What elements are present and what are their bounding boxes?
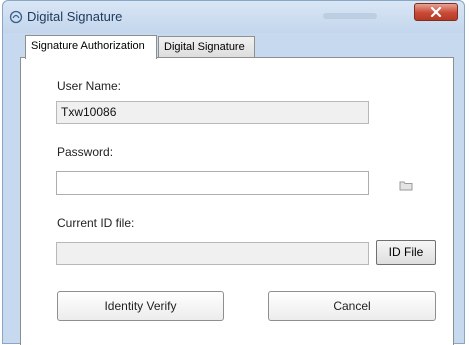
folder-icon[interactable]: [399, 178, 413, 196]
close-button[interactable]: [414, 3, 458, 21]
id-file-label: Current ID file:: [57, 216, 135, 230]
username-field[interactable]: Txw10086: [56, 101, 369, 124]
cancel-button[interactable]: Cancel: [268, 291, 436, 321]
title-bar[interactable]: Digital Signature: [3, 1, 464, 33]
password-label: Password:: [57, 145, 114, 159]
id-file-field[interactable]: [56, 242, 369, 265]
tab-panel: User Name: Txw10086 Password: Current ID…: [20, 57, 454, 345]
window-title: Digital Signature: [27, 9, 123, 24]
tab-signature-authorization[interactable]: Signature Authorization: [25, 35, 157, 59]
username-label: User Name:: [57, 79, 122, 93]
close-icon: [430, 7, 442, 17]
title-blur: [323, 13, 377, 19]
signature-icon: [9, 10, 23, 24]
id-file-button[interactable]: ID File: [376, 240, 436, 265]
tab-digital-signature[interactable]: Digital Signature: [158, 36, 255, 58]
password-field[interactable]: [56, 171, 369, 195]
identity-verify-button[interactable]: Identity Verify: [57, 291, 224, 321]
dialog-window: Digital Signature Signature Authorizatio…: [2, 0, 465, 345]
